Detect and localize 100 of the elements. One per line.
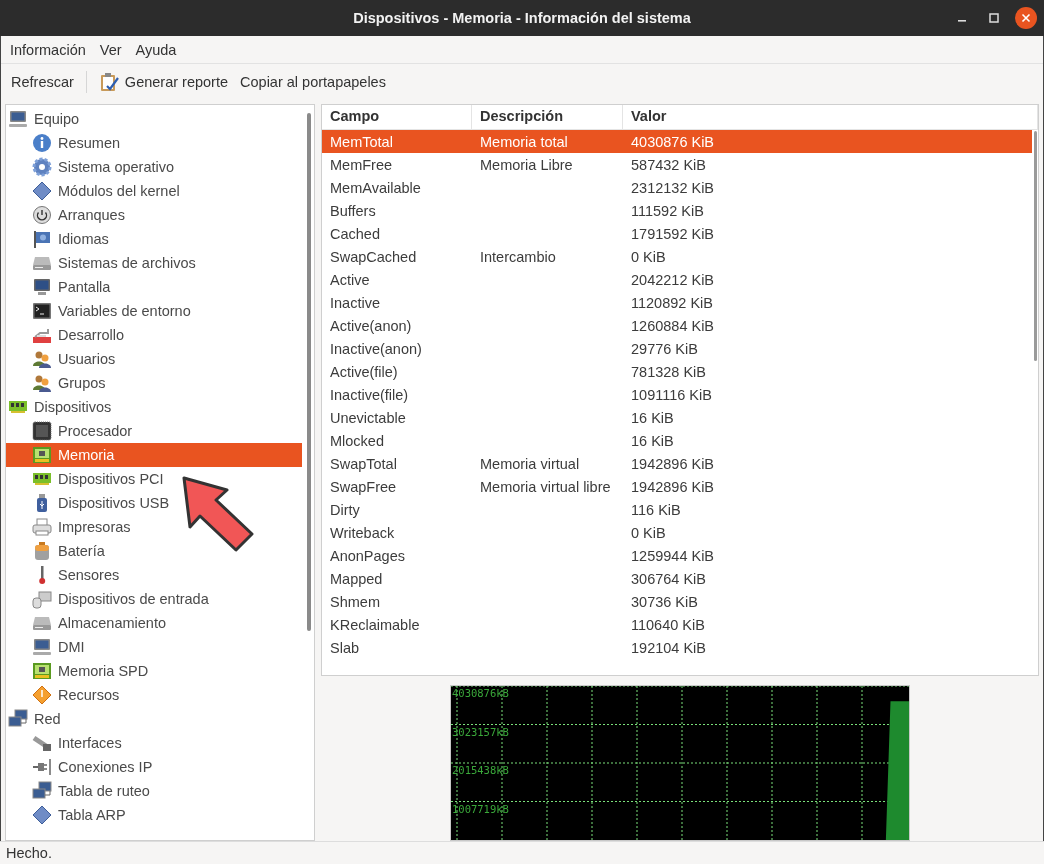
sidebar-item[interactable]: Sistema operativo: [6, 155, 302, 179]
diamond-icon: [32, 805, 52, 825]
table-cell-text: Mapped: [329, 570, 384, 587]
table-cell-text: MemAvailable: [329, 179, 422, 196]
memory-module-icon: [32, 445, 52, 465]
table-cell-text: AnonPages: [329, 547, 406, 564]
sidebar-item[interactable]: Usuarios: [6, 347, 302, 371]
table-cell-text: KReclaimable: [329, 616, 421, 633]
scrollbar[interactable]: [1034, 131, 1037, 361]
table-cell-text: 1260884 KiB: [630, 317, 716, 334]
table-cell-text: Inactive: [329, 294, 381, 311]
chip-icon: [32, 421, 52, 441]
table-cell-text: Inactive(file): [329, 386, 410, 403]
diamond-icon: [32, 181, 52, 201]
sidebar-item[interactable]: Tabla de ruteo: [6, 779, 302, 803]
table-cell-text: 781328 KiB: [630, 363, 707, 380]
window-title: Dispositivos - Memoria - Información del sistema: [353, 10, 691, 26]
plug-icon: [32, 757, 52, 777]
sidebar-group[interactable]: Red: [6, 707, 302, 731]
table-cell-text: Buffers: [329, 202, 377, 219]
sidebar-item[interactable]: Dispositivos USB: [6, 491, 302, 515]
sidebar-item[interactable]: Recursos: [6, 683, 302, 707]
sidebar-item[interactable]: Dispositivos de entrada: [6, 587, 302, 611]
sidebar-item[interactable]: Módulos del kernel: [6, 179, 302, 203]
table-cell-text: 2042212 KiB: [630, 271, 716, 288]
table-cell-text: 0 KiB: [630, 248, 667, 265]
table-cell-text: Active(anon): [329, 317, 413, 334]
table-cell-text: SwapFree: [329, 478, 398, 495]
sidebar-item[interactable]: Grupos: [6, 371, 302, 395]
table-cell-text: Dirty: [329, 501, 361, 518]
sidebar-item[interactable]: Memoria: [6, 443, 302, 467]
table-cell-text: 1942896 KiB: [630, 455, 716, 472]
table-cell-text: Memoria virtual: [479, 455, 581, 472]
mouse-icon: [32, 589, 52, 609]
sidebar-item[interactable]: Memoria SPD: [6, 659, 302, 683]
table-cell-text: 110640 KiB: [630, 616, 706, 633]
table-cell-text: 1091116 KiB: [630, 386, 713, 403]
sidebar-item[interactable]: DMI: [6, 635, 302, 659]
sidebar-item[interactable]: Procesador: [6, 419, 302, 443]
monitor-icon: [32, 277, 52, 297]
table-cell-text: 192104 KiB: [630, 639, 707, 656]
axis-label: 4030876kB: [452, 687, 509, 699]
network-icon: [8, 709, 28, 729]
table-cell-text: Slab: [329, 639, 361, 656]
info-icon: [32, 133, 52, 153]
network-icon: [32, 781, 52, 801]
table-cell-text: Active: [329, 271, 371, 288]
sidebar-item[interactable]: Pantalla: [6, 275, 302, 299]
axis-label: 1007719kB: [452, 802, 509, 815]
sidebar-item[interactable]: Batería: [6, 539, 302, 563]
sidebar-item[interactable]: Interfaces: [6, 731, 302, 755]
sidebar-item[interactable]: Dispositivos PCI: [6, 467, 302, 491]
column-header[interactable]: Campo: [322, 105, 472, 129]
sidebar-item[interactable]: Sensores: [6, 563, 302, 587]
menu-item[interactable]: Información: [3, 41, 93, 58]
table-cell-text: 1942896 KiB: [630, 478, 716, 495]
sidebar-item[interactable]: Almacenamiento: [6, 611, 302, 635]
toolbar-button[interactable]: Refrescar: [5, 70, 80, 94]
sidebar-item[interactable]: Variables de entorno: [6, 299, 302, 323]
close-icon[interactable]: [1014, 6, 1038, 30]
sidebar-item[interactable]: Idiomas: [6, 227, 302, 251]
sidebar-item[interactable]: Impresoras: [6, 515, 302, 539]
table-cell-text: 587432 KiB: [630, 156, 707, 173]
table-cell-text: 16 KiB: [630, 409, 675, 426]
sidebar-group[interactable]: Equipo: [6, 107, 302, 131]
sidebar-item[interactable]: Conexiones IP: [6, 755, 302, 779]
gear-icon: [32, 157, 52, 177]
terminal-icon: [32, 301, 52, 321]
users-icon: [32, 349, 52, 369]
sidebar-item[interactable]: Sistemas de archivos: [6, 251, 302, 275]
column-header[interactable]: Valor: [623, 105, 1038, 129]
power-icon: [32, 205, 52, 225]
table-cell-text: SwapTotal: [329, 455, 398, 472]
table-cell-text: Mlocked: [329, 432, 385, 449]
sidebar-item[interactable]: Tabla ARP: [6, 803, 302, 827]
menu-item[interactable]: Ayuda: [128, 41, 184, 58]
menu-item[interactable]: Ver: [92, 41, 129, 58]
table-cell-text: Memoria virtual libre: [479, 478, 612, 495]
table-cell-text: 111592 KiB: [630, 202, 705, 219]
table-cell-text: 0 KiB: [630, 524, 667, 541]
table-cell-text: Memoria total: [479, 133, 569, 150]
table-cell-text: 1120892 KiB: [630, 294, 714, 311]
column-header[interactable]: Descripción: [472, 105, 623, 129]
table-cell-text: 116 KiB: [630, 501, 682, 518]
toolbar-button[interactable]: Copiar al portapapeles: [234, 70, 392, 94]
sidebar-group[interactable]: Dispositivos: [6, 395, 302, 419]
sidebar-item[interactable]: Arranques: [6, 203, 302, 227]
toolbar-button[interactable]: Generar reporte: [92, 68, 235, 96]
table-cell-text: MemFree: [329, 156, 394, 173]
table-cell-text: MemTotal: [329, 133, 394, 150]
clipboard-icon: [98, 72, 119, 92]
axis-label: 2015438kB: [452, 764, 509, 776]
sidebar-item[interactable]: Resumen: [6, 131, 302, 155]
scrollbar[interactable]: [307, 113, 311, 631]
sidebar-item[interactable]: Desarrollo: [6, 323, 302, 347]
users-icon: [32, 373, 52, 393]
axis-label: 3023157kB: [452, 725, 509, 738]
table-cell-text: Active(file): [329, 363, 399, 380]
computer-icon: [8, 109, 28, 129]
table-cell-text: Writeback: [329, 524, 396, 541]
